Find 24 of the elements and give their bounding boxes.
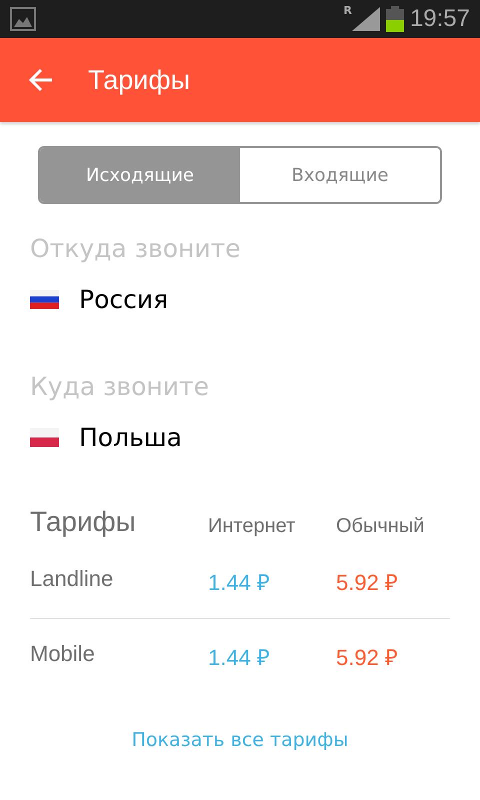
regular-price: 5.92 ₽ <box>336 569 399 597</box>
screen-title: Тарифы <box>88 64 190 96</box>
rate-name: Landline <box>30 565 114 593</box>
country-name[interactable]: Россия <box>79 285 168 314</box>
rates-heading: Тарифы <box>30 506 137 539</box>
section-label: Откуда звоните <box>30 234 242 263</box>
internet-price: 1.44 ₽ <box>208 569 271 597</box>
country-name[interactable]: Польша <box>79 423 182 452</box>
tab[interactable]: Исходящие <box>40 148 240 202</box>
bicolor-flag-icon <box>30 428 59 447</box>
column-header: Интернет <box>208 515 296 539</box>
section-label: Куда звоните <box>30 372 210 401</box>
clock-time: 19:57 <box>410 5 470 33</box>
roaming-indicator: R <box>343 4 352 17</box>
tricolor-flag-icon <box>30 290 59 309</box>
column-header: Обычный <box>336 515 426 539</box>
internet-price: 1.44 ₽ <box>208 618 336 693</box>
signal-icon <box>352 7 380 31</box>
back-arrow-icon[interactable] <box>28 67 54 93</box>
show-all-rates-link[interactable]: Показать все тарифы <box>132 729 348 751</box>
picture-icon <box>10 7 36 31</box>
regular-price: 5.92 ₽ <box>336 618 450 693</box>
rate-name: Mobile <box>30 618 208 693</box>
battery-icon <box>386 6 404 32</box>
